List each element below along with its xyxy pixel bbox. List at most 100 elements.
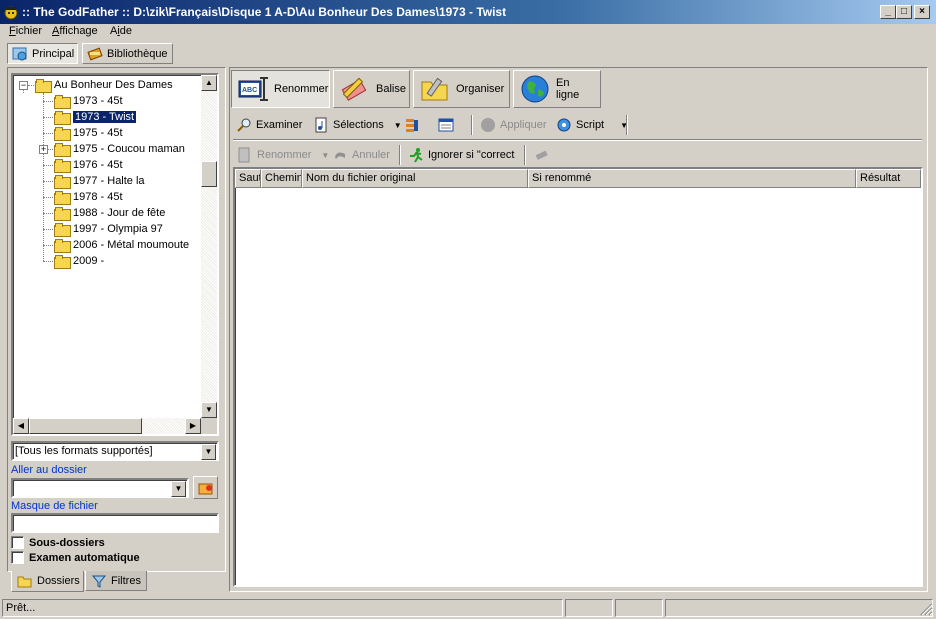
- tree-item-label: 1997 - Olympia 97: [73, 223, 163, 235]
- scroll-right-arrow-icon[interactable]: ▶: [185, 418, 201, 434]
- goto-folder-input[interactable]: ▼: [11, 478, 189, 498]
- chevron-down-icon[interactable]: ▼: [171, 481, 186, 497]
- selection-options-button[interactable]: [404, 116, 420, 134]
- column-header-chemin[interactable]: Chemin: [261, 169, 302, 188]
- magnifier-icon: [237, 118, 251, 132]
- tree-item[interactable]: 1997 - Olympia 97: [54, 221, 163, 237]
- status-panel: [565, 599, 613, 617]
- tree-item[interactable]: 1975 - Coucou maman: [54, 141, 185, 157]
- renommer-action-label: Renommer: [257, 149, 312, 161]
- script-button[interactable]: Script ▼: [556, 116, 628, 134]
- running-figure-icon: [410, 148, 423, 163]
- chevron-down-icon[interactable]: ▼: [201, 444, 216, 460]
- appliquer-button[interactable]: Appliquer: [480, 116, 546, 134]
- scroll-down-arrow-icon[interactable]: ▼: [201, 402, 217, 418]
- document-music-icon: [315, 117, 327, 133]
- minimize-button[interactable]: _: [880, 5, 896, 19]
- tree-item-root[interactable]: Au Bonheur Des Dames: [35, 77, 173, 93]
- tree-item[interactable]: 1978 - 45t: [54, 189, 123, 205]
- tree-vertical-scrollbar[interactable]: [201, 75, 217, 418]
- tree-collapse-toggle[interactable]: −: [19, 81, 28, 90]
- tree-item-label: 1988 - Jour de fête: [73, 207, 166, 219]
- scroll-left-arrow-icon[interactable]: ◀: [13, 418, 29, 434]
- window-view-button[interactable]: [438, 116, 454, 134]
- column-header-resultat[interactable]: Résultat: [856, 169, 921, 188]
- tree-expand-toggle[interactable]: +: [39, 145, 48, 154]
- selections-button[interactable]: Sélections ▼: [313, 116, 402, 134]
- tree-item-label: Au Bonheur Des Dames: [54, 79, 173, 91]
- maximize-button[interactable]: □: [896, 5, 912, 19]
- title-bar[interactable]: :: The GodFather :: D:\zik\Français\Disq…: [0, 0, 936, 24]
- dropdown-arrow-icon[interactable]: ▼: [394, 121, 402, 130]
- status-panel: [615, 599, 663, 617]
- ignorer-label: Ignorer si "correct: [428, 149, 515, 161]
- mode-organiser-button[interactable]: Organiser: [413, 70, 510, 108]
- mode-renommer-button[interactable]: ABC Renommer: [231, 70, 330, 108]
- horizontal-scroll-thumb[interactable]: [29, 418, 142, 434]
- renommer-action-button[interactable]: Renommer ▼: [237, 146, 329, 164]
- folder-tree[interactable]: − Au Bonheur Des Dames 1973 - 45t 1973 -…: [11, 73, 219, 436]
- tab-dossiers[interactable]: Dossiers: [11, 571, 84, 592]
- toolbar-separator: [524, 145, 526, 165]
- browse-folder-button[interactable]: [193, 476, 218, 499]
- mode-en-ligne-button[interactable]: En ligne: [513, 70, 601, 108]
- format-filter-select[interactable]: [Tous les formats supportés] ▼: [11, 441, 219, 461]
- eraser-button[interactable]: [533, 146, 549, 164]
- tree-item-label: 1978 - 45t: [73, 191, 123, 203]
- tab-bibliotheque[interactable]: Bibliothèque: [82, 43, 173, 64]
- status-text: Prêt...: [2, 599, 563, 617]
- godfather-app-icon: [4, 6, 18, 20]
- auto-scan-checkbox[interactable]: Examen automatique: [11, 551, 140, 564]
- svg-text:ABC: ABC: [242, 87, 257, 94]
- undo-arrow-icon: [335, 152, 345, 159]
- tree-item[interactable]: 1977 - Halte la: [54, 173, 145, 189]
- scroll-up-arrow-icon[interactable]: ▲: [201, 75, 217, 91]
- tree-item[interactable]: 2009 -: [54, 253, 104, 269]
- scroll-corner: [201, 418, 217, 434]
- folder-open-icon: [198, 483, 212, 494]
- tree-item[interactable]: 1973 - 45t: [54, 93, 123, 109]
- tree-item-label: 2009 -: [73, 255, 105, 267]
- goto-folder-label: Aller au dossier: [11, 464, 87, 476]
- column-header-nom-original[interactable]: Nom du fichier original: [302, 169, 528, 188]
- tree-item[interactable]: 1988 - Jour de fête: [54, 205, 165, 221]
- tree-item-label: 1975 - 45t: [73, 127, 123, 139]
- mode-organiser-label: Organiser: [456, 83, 505, 95]
- tree-item-label: 1973 - Twist: [73, 111, 137, 123]
- window-icon: [438, 118, 454, 132]
- resize-grip-icon[interactable]: [919, 602, 933, 616]
- dropdown-arrow-icon[interactable]: ▼: [321, 151, 329, 160]
- menu-fichier[interactable]: Fichier: [9, 25, 42, 37]
- window-title: :: The GodFather :: D:\zik\Français\Disq…: [22, 5, 507, 19]
- ignorer-button[interactable]: Ignorer si "correct: [408, 146, 514, 164]
- close-button[interactable]: ×: [914, 5, 930, 19]
- tab-principal[interactable]: Principal: [7, 43, 78, 64]
- file-mask-input[interactable]: [11, 513, 219, 533]
- file-grid[interactable]: Saut Chemin Nom du fichier original Si r…: [233, 167, 923, 587]
- list-tools-icon: [406, 119, 418, 132]
- tree-item-selected[interactable]: 1973 - Twist: [54, 109, 137, 125]
- checkbox-box[interactable]: [11, 551, 24, 564]
- tree-item[interactable]: 2006 - Métal moumoute: [54, 237, 189, 253]
- folder-open-icon: [17, 576, 32, 588]
- checkbox-box[interactable]: [11, 536, 24, 549]
- folder-icon: [54, 255, 71, 269]
- subfolders-checkbox[interactable]: Sous-dossiers: [11, 536, 105, 549]
- examiner-button[interactable]: Examiner: [236, 116, 302, 134]
- tree-item-label: 1977 - Halte la: [73, 175, 145, 187]
- folder-icon: [54, 143, 71, 157]
- toolbar-separator: [399, 145, 401, 165]
- menu-aide[interactable]: Aide: [110, 25, 132, 37]
- column-header-saut[interactable]: Saut: [235, 169, 261, 188]
- tree-item[interactable]: 1975 - 45t: [54, 125, 123, 141]
- folder-icon: [54, 191, 71, 205]
- tab-filtres[interactable]: Filtres: [85, 571, 147, 591]
- tree-item[interactable]: 1976 - 45t: [54, 157, 123, 173]
- folder-icon: [54, 175, 71, 189]
- menu-affichage[interactable]: Affichage: [52, 25, 98, 37]
- column-header-si-renomme[interactable]: Si renommé: [528, 169, 856, 188]
- vertical-scroll-thumb[interactable]: [201, 161, 217, 187]
- mode-balise-button[interactable]: Balise: [333, 70, 410, 108]
- annuler-button[interactable]: Annuler: [332, 146, 390, 164]
- folder-icon: [54, 127, 71, 141]
